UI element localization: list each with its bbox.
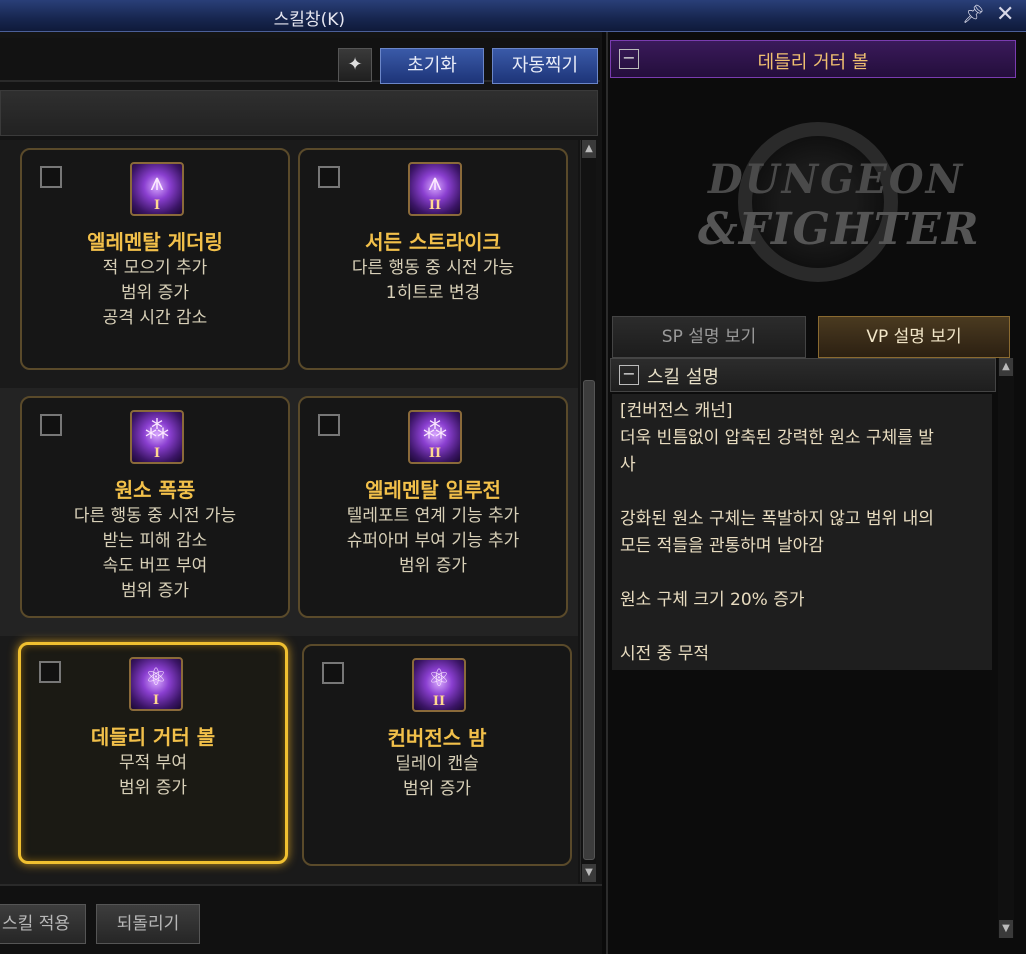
description-line: 시전 중 무적 xyxy=(620,644,710,664)
scroll-up-icon[interactable]: ▲ xyxy=(582,140,596,158)
skill-tool-icon[interactable]: ✦ xyxy=(338,48,372,82)
skill-detail-panel: − 데들리 거터 볼 DUNGEON &FIGHTER SP 설명 보기 VP … xyxy=(606,32,1026,954)
effect-line: 범위 증가 xyxy=(399,556,467,576)
effect-line: 받는 피해 감소 xyxy=(102,531,208,551)
description-line xyxy=(620,479,984,506)
effect-line: 범위 증가 xyxy=(119,778,187,798)
description-line: [컨버전스 캐넌] xyxy=(620,401,733,421)
skill-checkbox[interactable] xyxy=(318,166,340,188)
description-line: 사 xyxy=(620,455,636,475)
effect-line: 1히트로 변경 xyxy=(385,283,481,303)
collapse-icon[interactable]: − xyxy=(619,365,639,385)
skill-card[interactable]: ⚛ II 컨버전스 밤 딜레이 캔슬 범위 증가 xyxy=(302,644,572,866)
detail-header: − 데들리 거터 볼 xyxy=(610,40,1016,78)
skill-checkbox[interactable] xyxy=(40,166,62,188)
skill-description-text: [컨버전스 캐넌] 더욱 빈틈없이 압축된 강력한 원소 구체를 발 사 강화된… xyxy=(612,394,992,670)
effect-line: 텔레포트 연계 기능 추가 xyxy=(346,506,520,526)
skill-name: 컨버전스 밤 xyxy=(387,726,487,750)
detail-skill-name: 데들리 거터 볼 xyxy=(757,52,869,73)
undo-button[interactable]: 되돌리기 xyxy=(96,904,200,944)
skill-name: 엘레멘탈 일루전 xyxy=(365,478,501,502)
skill-effects: 다른 행동 중 시전 가능 받는 피해 감소 속도 버프 부여 범위 증가 xyxy=(22,504,288,604)
skill-description-header: − 스킬 설명 xyxy=(610,358,996,392)
skill-card[interactable]: ⩚ II 서든 스트라이크 다른 행동 중 시전 가능 1히트로 변경 xyxy=(298,148,568,370)
skill-effects: 텔레포트 연계 기능 추가 슈퍼아머 부여 기능 추가 범위 증가 xyxy=(300,504,566,579)
description-line: 원소 구체 크기 20% 증가 xyxy=(620,590,805,610)
description-line: 더욱 빈틈없이 압축된 강력한 원소 구체를 발 xyxy=(620,428,934,448)
skill-effects: 적 모으기 추가 범위 증가 공격 시간 감소 xyxy=(22,256,288,331)
skill-list-header xyxy=(0,90,598,136)
scrollbar-thumb[interactable] xyxy=(583,380,595,860)
skill-name: 원소 폭풍 xyxy=(114,478,196,502)
skill-checkbox[interactable] xyxy=(40,414,62,436)
effect-line: 공격 시간 감소 xyxy=(102,308,208,328)
skill-name: 서든 스트라이크 xyxy=(365,230,501,254)
dungeon-fighter-logo: DUNGEON &FIGHTER xyxy=(668,104,979,294)
apply-skill-button[interactable]: 스킬 적용 xyxy=(0,904,86,944)
skill-name: 엘레멘탈 게더링 xyxy=(87,230,223,254)
effect-line: 무적 부여 xyxy=(119,753,187,773)
gathering-icon: ⩚ I xyxy=(130,162,184,216)
skill-checkbox[interactable] xyxy=(39,661,61,683)
close-icon[interactable]: ✕ xyxy=(996,2,1014,27)
skill-list-scrollbar[interactable]: ▲ ▼ xyxy=(580,140,596,882)
description-line xyxy=(620,560,984,587)
logo-text: &FIGHTER xyxy=(698,204,980,255)
scroll-down-icon[interactable]: ▼ xyxy=(999,920,1013,938)
skill-card-list: ⩚ I 엘레멘탈 게더링 적 모으기 추가 범위 증가 공격 시간 감소 ⩚ II … xyxy=(0,140,578,884)
skill-card-selected[interactable]: ⚛ I 데들리 거터 볼 무적 부여 범위 증가 xyxy=(18,642,288,864)
skill-effects: 딜레이 캔슬 범위 증가 xyxy=(304,752,570,802)
tab-vp-description[interactable]: VP 설명 보기 xyxy=(818,316,1010,358)
toolbar: ✦ 초기화 자동찍기 xyxy=(0,38,600,84)
description-scrollbar[interactable]: ▲ ▼ xyxy=(998,358,1014,938)
effect-line: 범위 증가 xyxy=(121,581,189,601)
skill-checkbox[interactable] xyxy=(318,414,340,436)
effect-line: 범위 증가 xyxy=(121,283,189,303)
section-label: 스킬 설명 xyxy=(647,367,719,388)
orb-icon: ⚛ I xyxy=(129,657,183,711)
reset-button[interactable]: 초기화 xyxy=(380,48,484,84)
storm-icon: ⁂ I xyxy=(130,410,184,464)
effect-line: 범위 증가 xyxy=(403,779,471,799)
skill-checkbox[interactable] xyxy=(322,662,344,684)
skill-card[interactable]: ⁂ I 원소 폭풍 다른 행동 중 시전 가능 받는 피해 감소 속도 버프 부여… xyxy=(20,396,290,618)
logo-text: DUNGEON xyxy=(708,156,965,203)
skill-effects: 무적 부여 범위 증가 xyxy=(21,751,285,801)
description-line xyxy=(620,614,984,641)
skill-name: 데들리 거터 볼 xyxy=(90,725,216,749)
window-title: 스킬창(K) xyxy=(273,10,345,30)
storm-icon: ⁂ II xyxy=(408,410,462,464)
effect-line: 슈퍼아머 부여 기능 추가 xyxy=(346,531,520,551)
tab-sp-description[interactable]: SP 설명 보기 xyxy=(612,316,806,358)
effect-line: 다른 행동 중 시전 가능 xyxy=(351,258,515,278)
scroll-up-icon[interactable]: ▲ xyxy=(999,358,1013,376)
skill-effects: 다른 행동 중 시전 가능 1히트로 변경 xyxy=(300,256,566,306)
effect-line: 적 모으기 추가 xyxy=(102,258,208,278)
gathering-icon: ⩚ II xyxy=(408,162,462,216)
skill-card[interactable]: ⁂ II 엘레멘탈 일루전 텔레포트 연계 기능 추가 슈퍼아머 부여 기능 추가… xyxy=(298,396,568,618)
skill-card[interactable]: ⩚ I 엘레멘탈 게더링 적 모으기 추가 범위 증가 공격 시간 감소 xyxy=(20,148,290,370)
scroll-down-icon[interactable]: ▼ xyxy=(582,864,596,882)
pin-icon[interactable]: 📌︎ xyxy=(962,4,985,25)
bottom-action-bar: 스킬 적용 되돌리기 xyxy=(0,884,602,954)
skill-tree-panel: ✦ 초기화 자동찍기 ⩚ I 엘레멘탈 게더링 적 모으기 추가 범위 증가 공격… xyxy=(0,32,602,954)
description-line: 강화된 원소 구체는 폭발하지 않고 범위 내의 xyxy=(620,509,934,529)
auto-assign-button[interactable]: 자동찍기 xyxy=(492,48,598,84)
effect-line: 속도 버프 부여 xyxy=(102,556,208,576)
window-title-bar: 스킬창(K) 📌︎ ✕ xyxy=(0,0,1026,32)
description-line: 모든 적들을 관통하며 날아감 xyxy=(620,536,824,556)
effect-line: 다른 행동 중 시전 가능 xyxy=(73,506,237,526)
effect-line: 딜레이 캔슬 xyxy=(395,754,479,774)
orb-icon: ⚛ II xyxy=(412,658,466,712)
